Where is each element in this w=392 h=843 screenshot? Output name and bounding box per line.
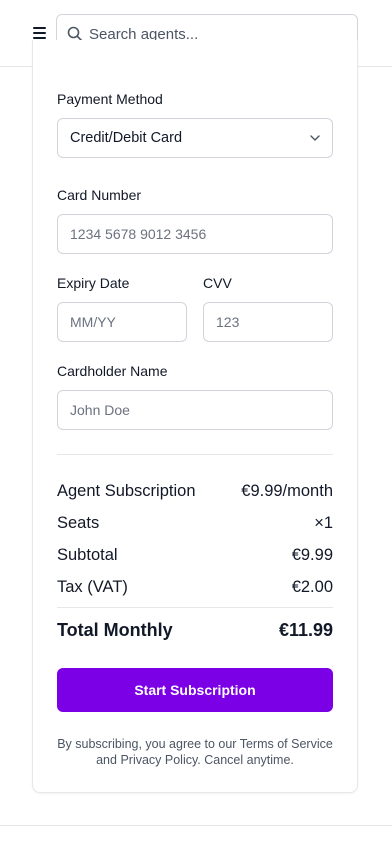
total-label: Total Monthly (57, 620, 173, 640)
total-divider (57, 607, 333, 608)
cardholder-name-input[interactable] (57, 390, 333, 430)
card-number-input[interactable] (57, 214, 333, 254)
chevron-down-icon (310, 135, 320, 141)
summary-row-value: €9.99 (291, 546, 333, 564)
hamburger-menu-icon[interactable] (33, 27, 46, 39)
summary-row-value: ×1 (314, 514, 333, 532)
summary-divider (57, 454, 333, 455)
terms-text: By subscribing, you agree to our Terms o… (57, 737, 333, 767)
card-number-label: Card Number (57, 187, 142, 203)
summary-row-label: Agent Subscription (57, 482, 196, 500)
start-subscription-button[interactable]: Start Subscription (57, 668, 333, 712)
expiry-date-label: Expiry Date (57, 275, 130, 291)
summary-row-value: €9.99/month (241, 482, 333, 500)
expiry-date-input[interactable] (57, 302, 187, 342)
summary-row-label: Subtotal (57, 546, 118, 564)
total-value: €11.99 (278, 620, 333, 640)
summary-row-label: Tax (VAT) (57, 578, 128, 596)
cardholder-name-label: Cardholder Name (57, 363, 168, 379)
payment-method-select[interactable]: Credit/Debit Card (57, 118, 333, 158)
summary-row-value: €2.00 (291, 578, 333, 596)
summary-row-label: Seats (57, 514, 100, 532)
footer-divider (0, 825, 392, 826)
payment-method-value: Credit/Debit Card (70, 130, 183, 146)
cvv-label: CVV (203, 275, 232, 291)
payment-method-label: Payment Method (57, 91, 163, 107)
cvv-input[interactable] (203, 302, 333, 342)
